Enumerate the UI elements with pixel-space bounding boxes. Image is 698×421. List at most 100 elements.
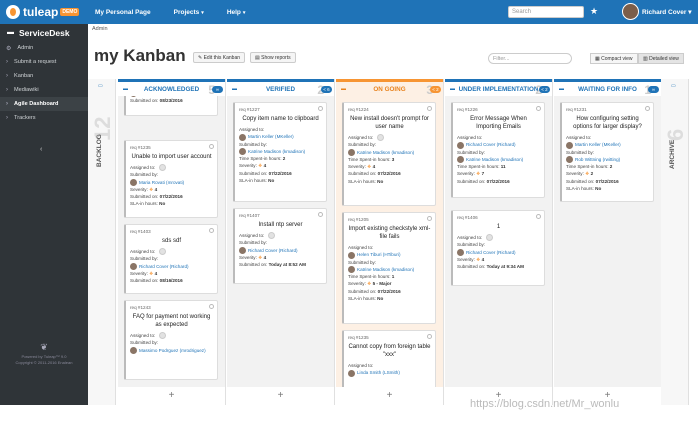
breadcrumb[interactable]: Admin xyxy=(88,24,698,34)
nav-my-personal-page[interactable]: My Personal Page xyxy=(95,9,151,16)
tuleap-logo[interactable]: tuleap DEMO xyxy=(0,5,88,19)
card-user[interactable]: Richard Cover (Richard) xyxy=(139,264,189,269)
kanban-card[interactable]: req #1243 FAQ for payment not working as … xyxy=(124,300,218,380)
edit-kanban-button[interactable]: ✎ Edit this Kanban xyxy=(193,52,246,63)
card-title[interactable]: FAQ for payment not working as expected xyxy=(130,313,213,329)
card-user[interactable]: Katrine Madison (kmadison) xyxy=(357,150,414,155)
column-header[interactable]: ▬ON GOING3< 2 xyxy=(336,79,443,97)
kanban-column[interactable]: ▬UNDER IMPLEMENTATION2< 2 req #1226 Error … xyxy=(445,79,553,405)
unassigned-avatar-icon[interactable] xyxy=(485,234,493,242)
card-user[interactable]: Martin Keller (MKeller) xyxy=(248,134,294,139)
card-title[interactable]: Install ntp server xyxy=(239,221,322,229)
card-menu-icon[interactable] xyxy=(427,216,432,221)
backlog-column[interactable]: ▭ 12 BACKLOG xyxy=(88,79,116,405)
search-input[interactable]: Search xyxy=(508,6,584,18)
card-menu-icon[interactable] xyxy=(645,106,650,111)
card-title[interactable]: Copy item name to clipboard xyxy=(239,115,322,123)
wip-limit-badge[interactable]: < 2 xyxy=(539,86,550,93)
kanban-card[interactable]: req #1231 How configuring setting options… xyxy=(560,102,654,202)
sidebar-item-kanban[interactable]: › Kanban xyxy=(0,69,88,83)
kanban-card[interactable]: req #1407 Install ntp server Assigned to: … xyxy=(233,208,327,284)
kanban-card[interactable]: req #1406 1 Assigned to: Submitted by: Ric… xyxy=(451,210,545,286)
kanban-card[interactable]: req #1205 Import existing checkstyle xml-… xyxy=(342,212,436,324)
add-card-button[interactable]: + xyxy=(227,387,334,405)
card-user[interactable]: Richard Cover (Richard) xyxy=(466,250,516,255)
kanban-card[interactable]: Submitted by: Ernie (admin)Submitted on:… xyxy=(124,96,218,116)
card-title[interactable]: Error Message When Importing Emails xyxy=(457,115,540,131)
unassigned-avatar-icon[interactable] xyxy=(158,248,166,256)
card-user[interactable]: Richard Cover (Richard) xyxy=(466,142,516,147)
card-menu-icon[interactable] xyxy=(427,334,432,339)
card-menu-icon[interactable] xyxy=(318,212,323,217)
wip-limit-badge[interactable]: < 6 xyxy=(321,86,332,93)
collapse-column-icon[interactable]: ▬ xyxy=(450,86,455,92)
kanban-card[interactable]: req #1403 sds sdf Assigned to: Submitted b… xyxy=(124,224,218,294)
avatar[interactable] xyxy=(622,3,639,20)
kanban-card[interactable]: req #1226 Error Message When Importing Em… xyxy=(451,102,545,198)
card-user[interactable]: Maria Rovati (mrovati) xyxy=(139,180,184,185)
user-menu[interactable]: Richard Cover ▾ xyxy=(642,8,692,16)
card-menu-icon[interactable] xyxy=(318,106,323,111)
kanban-column[interactable]: ▬ VERIFIED 2 < 6 req #1227 Copy item name to … xyxy=(227,79,335,405)
column-header[interactable]: ▬UNDER IMPLEMENTATION2< 2 xyxy=(445,79,552,97)
card-title[interactable]: How configuring setting options for larg… xyxy=(566,115,649,131)
archive-column[interactable]: ▭ 6 ARCHIVE xyxy=(661,79,689,405)
sidebar-item-submit-request[interactable]: › Submit a request xyxy=(0,55,88,69)
unassigned-avatar-icon[interactable] xyxy=(376,134,384,142)
card-menu-icon[interactable] xyxy=(209,228,214,233)
card-title[interactable]: Import existing checkstyle xml-file fail… xyxy=(348,225,431,241)
card-user[interactable]: Martin Keller (MKeller) xyxy=(575,142,621,147)
star-icon[interactable]: ★ xyxy=(590,6,598,17)
nav-help[interactable]: Help ▾ xyxy=(227,9,246,16)
card-title[interactable]: Unable to import user account xyxy=(130,153,213,161)
wip-limit-badge[interactable]: < 2 xyxy=(430,86,441,93)
card-title[interactable]: sds sdf xyxy=(130,237,213,245)
detailed-view-button[interactable]: ▥ Detailed view xyxy=(638,53,684,64)
card-menu-icon[interactable] xyxy=(536,214,541,219)
compact-view-button[interactable]: ▦ Compact view xyxy=(590,53,638,64)
card-title[interactable]: Cannot copy from foreign table "xxx" xyxy=(348,343,431,359)
add-card-button[interactable]: + xyxy=(118,387,225,405)
collapse-column-icon[interactable]: ▬ xyxy=(232,86,237,92)
card-user[interactable]: Helen Tiburi (HTiburi) xyxy=(357,252,400,257)
column-header[interactable]: ▬WAITING FOR INFO1∞ xyxy=(554,79,661,97)
kanban-card[interactable]: req #1235 Unable to import user account As… xyxy=(124,140,218,218)
kanban-column[interactable]: ▬WAITING FOR INFO1∞ req #1231How configur… xyxy=(554,79,662,405)
show-reports-button[interactable]: ▤ Show reports xyxy=(250,52,296,63)
kanban-card[interactable]: req #1227 Copy item name to clipboard Assi… xyxy=(233,102,327,202)
sidebar-item-mediawiki[interactable]: › Mediawiki xyxy=(0,83,88,97)
kanban-column[interactable]: ▬ACKNOWLEDGED5∞Submitted by: Ernie (admi… xyxy=(118,79,226,405)
card-user[interactable]: Richard Cover (Richard) xyxy=(248,248,298,253)
unassigned-avatar-icon[interactable] xyxy=(267,232,275,240)
wip-limit-badge[interactable]: ∞ xyxy=(648,86,659,93)
unassigned-avatar-icon[interactable] xyxy=(158,332,166,340)
card-user[interactable]: Katrine Madison (kmadison) xyxy=(466,157,523,162)
collapse-column-icon[interactable]: ▬ xyxy=(341,86,346,92)
collapse-column-icon[interactable]: ▬ xyxy=(123,86,128,92)
column-header[interactable]: ▬ACKNOWLEDGED5∞ xyxy=(118,79,225,97)
kanban-card[interactable]: req #1224 New install doesn't prompt for … xyxy=(342,102,436,206)
card-user[interactable]: Linda Smith (LSmith) xyxy=(357,370,400,375)
card-title[interactable]: 1 xyxy=(457,223,540,231)
kanban-card[interactable]: req #1235 Cannot copy from foreign table … xyxy=(342,330,436,387)
card-menu-icon[interactable] xyxy=(427,106,432,111)
filter-input[interactable]: Filter... xyxy=(488,53,572,64)
card-user[interactable]: Rob Wittning (rwitting) xyxy=(575,157,620,162)
sidebar-item-admin[interactable]: ⚙ Admin xyxy=(0,41,88,55)
card-user[interactable]: Katrine Madison (kmadison) xyxy=(357,267,414,272)
collapse-sidebar-icon[interactable]: ‹ xyxy=(40,146,42,153)
column-header[interactable]: ▬VERIFIED2< 6 xyxy=(227,79,334,97)
kanban-column[interactable]: ▬ ON GOING 3 < 2 req #1224 New install doesn'… xyxy=(336,79,444,405)
nav-projects[interactable]: Projects ▾ xyxy=(174,9,204,16)
wip-limit-badge[interactable]: ∞ xyxy=(212,86,223,93)
card-menu-icon[interactable] xyxy=(209,144,214,149)
card-title[interactable]: New install doesn't prompt for user name xyxy=(348,115,431,131)
card-user[interactable]: Katrine Madison (kmadison) xyxy=(248,149,305,154)
add-card-button[interactable]: + xyxy=(336,387,443,405)
sidebar-project-title[interactable]: ▬ ServiceDesk xyxy=(0,24,88,41)
card-menu-icon[interactable] xyxy=(209,304,214,309)
card-menu-icon[interactable] xyxy=(536,106,541,111)
card-user[interactable]: Massimo Podrguez (mrodriguez) xyxy=(139,348,206,353)
collapse-column-icon[interactable]: ▬ xyxy=(559,86,564,92)
sidebar-item-trackers[interactable]: › Trackers xyxy=(0,111,88,125)
